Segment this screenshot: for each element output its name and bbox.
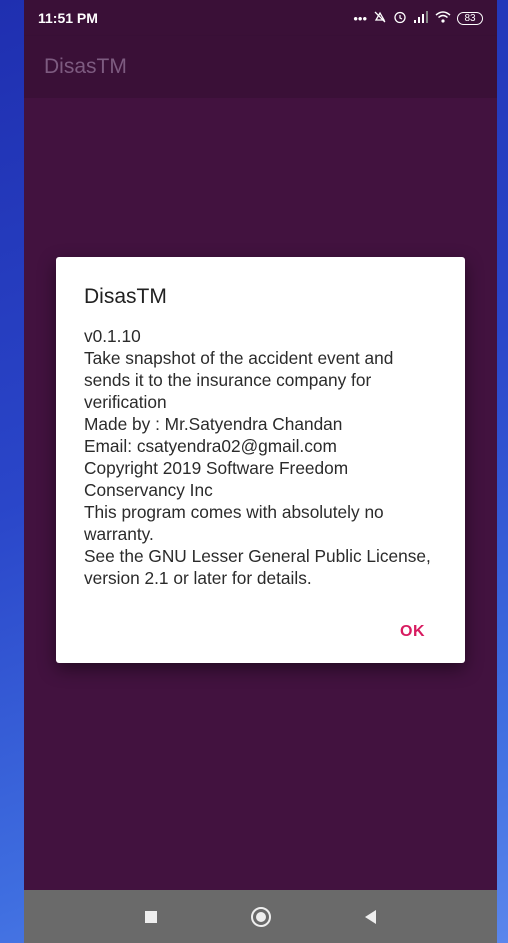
status-icons: ••• 83 (353, 10, 483, 27)
dialog-actions: OK (400, 623, 425, 641)
about-dialog: DisasTM v0.1.10 Take snapshot of the acc… (56, 257, 465, 663)
back-button[interactable] (351, 897, 391, 937)
status-time: 11:51 PM (38, 10, 98, 26)
app-bar: DisasTM (24, 36, 497, 98)
warranty-text: This program comes with absolutely no wa… (84, 502, 384, 544)
back-triangle-icon (365, 909, 376, 924)
author-text: Made by : Mr.Satyendra Chandan (84, 414, 343, 434)
ok-button[interactable]: OK (400, 623, 425, 641)
version-text: v0.1.10 (84, 326, 141, 346)
copyright-text: Copyright 2019 Software Freedom Conserva… (84, 458, 349, 500)
home-button[interactable] (241, 897, 281, 937)
signal-icon (413, 10, 429, 26)
wifi-icon (435, 10, 451, 26)
email-text: Email: csatyendra02@gmail.com (84, 436, 337, 456)
recents-button[interactable] (131, 897, 171, 937)
alarm-icon (393, 10, 407, 27)
navigation-bar (24, 890, 497, 943)
dialog-message: v0.1.10 Take snapshot of the accident ev… (84, 325, 437, 589)
app-title: DisasTM (44, 55, 127, 78)
circle-icon (250, 906, 271, 927)
dialog-title: DisasTM (84, 285, 167, 308)
battery-icon: 83 (457, 11, 483, 25)
description-text: Take snapshot of the accident event and … (84, 348, 394, 412)
dots-icon: ••• (353, 10, 367, 26)
license-text: See the GNU Lesser General Public Licens… (84, 546, 431, 588)
mute-icon (373, 10, 387, 27)
phone-screen: 11:51 PM ••• 83 DisasTM DisasTM v0.1.10 … (24, 0, 497, 943)
square-icon (144, 910, 157, 923)
status-bar: 11:51 PM ••• 83 (24, 0, 497, 36)
